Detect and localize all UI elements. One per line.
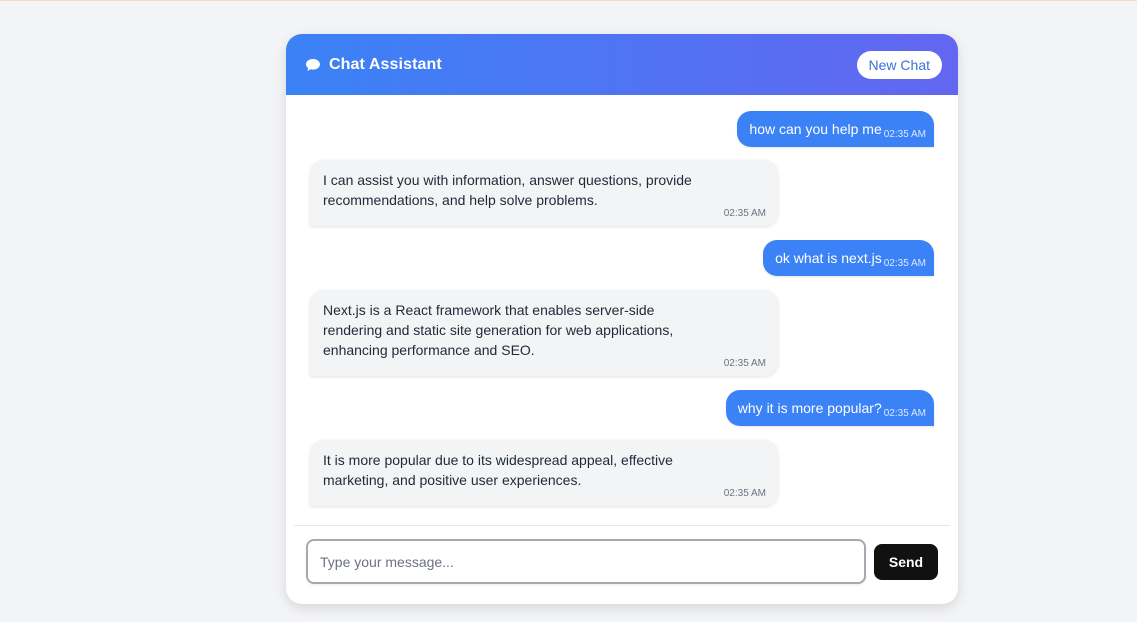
message-text: why it is more popular? bbox=[737, 400, 882, 416]
message-row-user: how can you help me 02:35 AM bbox=[310, 111, 934, 147]
message-input[interactable] bbox=[306, 539, 866, 584]
chat-window: Chat Assistant New Chat how can you help… bbox=[286, 34, 958, 604]
message-row-bot: I can assist you with information, answe… bbox=[310, 160, 934, 226]
message-text: how can you help me bbox=[749, 121, 882, 137]
message-row-bot: It is more popular due to its widespread… bbox=[310, 440, 934, 506]
bot-message-bubble: It is more popular due to its widespread… bbox=[310, 440, 778, 506]
message-timestamp: 02:35 AM bbox=[883, 128, 926, 140]
message-list: how can you help me 02:35 AM I can assis… bbox=[286, 95, 958, 516]
send-button[interactable]: Send bbox=[874, 543, 938, 580]
message-row-bot: Next.js is a React framework that enable… bbox=[310, 290, 934, 376]
message-text: ok what is next.js bbox=[775, 250, 882, 266]
message-text: It is more popular due to its widespread… bbox=[323, 452, 673, 488]
message-row-user: why it is more popular? 02:35 AM bbox=[310, 390, 934, 426]
page-title: Chat Assistant bbox=[329, 55, 442, 73]
user-message-bubble: ok what is next.js 02:35 AM bbox=[763, 240, 934, 276]
message-text: Next.js is a React framework that enable… bbox=[323, 302, 674, 358]
message-composer: Send bbox=[306, 539, 938, 584]
user-message-bubble: why it is more popular? 02:35 AM bbox=[725, 390, 934, 426]
chat-bubble-icon bbox=[306, 58, 320, 71]
header-title-group: Chat Assistant bbox=[305, 56, 442, 74]
new-chat-button[interactable]: New Chat bbox=[856, 50, 942, 79]
message-timestamp: 02:35 AM bbox=[883, 257, 926, 269]
message-row-user: ok what is next.js 02:35 AM bbox=[310, 240, 934, 276]
chat-header: Chat Assistant New Chat bbox=[286, 34, 958, 95]
bot-message-bubble: I can assist you with information, answe… bbox=[310, 160, 778, 226]
composer-divider bbox=[294, 525, 950, 526]
message-text: I can assist you with information, answe… bbox=[323, 172, 692, 208]
user-message-bubble: how can you help me 02:35 AM bbox=[737, 111, 934, 147]
message-timestamp: 02:35 AM bbox=[883, 407, 926, 419]
bot-message-bubble: Next.js is a React framework that enable… bbox=[310, 290, 778, 376]
